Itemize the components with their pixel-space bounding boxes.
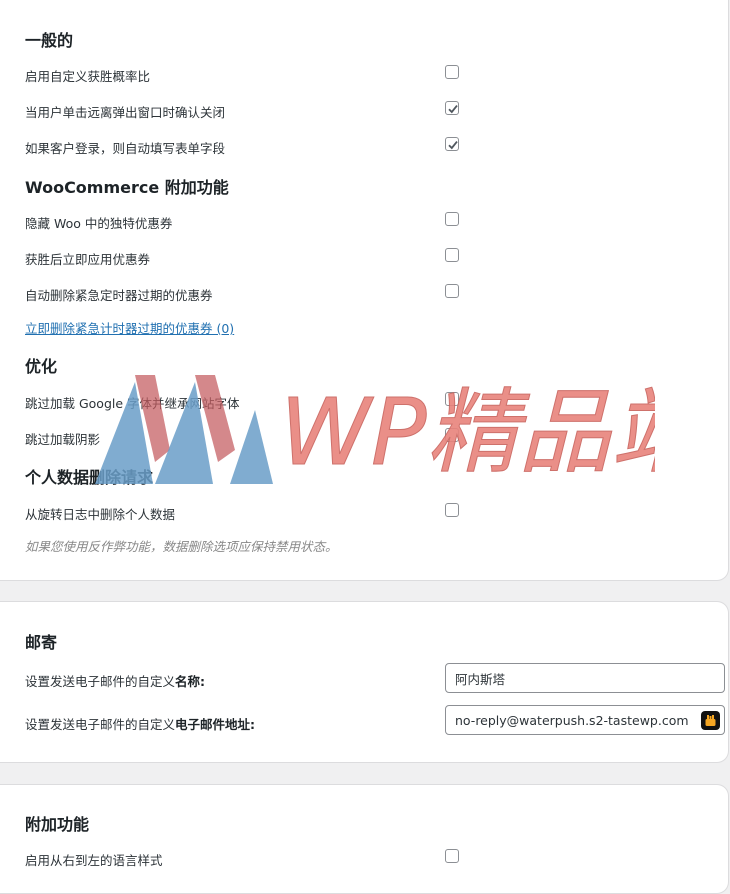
sender-email-label: 设置发送电子邮件的自定义电子邮件地址: [25,714,255,733]
checkmark-icon [448,105,458,114]
setting-label-auto-delete-coupons: 自动删除紧急定时器过期的优惠券 [25,288,213,303]
sender-name-label: 设置发送电子邮件的自定义名称: [25,671,205,690]
sender-email-input[interactable] [445,705,725,735]
checkbox-apply-coupon[interactable] [445,248,459,262]
password-manager-icon[interactable] [701,711,720,730]
checkbox-skip-shadows[interactable] [445,428,459,442]
section-heading-privacy: 个人数据删除请求 [25,468,154,487]
delete-expired-coupons-link[interactable]: 立即删除紧急计时器过期的优惠券 (0) [25,318,234,337]
section-heading-woocommerce: WooCommerce 附加功能 [25,178,229,197]
setting-label-delete-personal-data: 从旋转日志中删除个人数据 [25,507,176,522]
setting-label-hide-coupons: 隐藏 Woo 中的独特优惠券 [25,216,173,231]
privacy-note: 如果您使用反作弊功能，数据删除选项应保持禁用状态。 [25,539,338,554]
setting-label-rtl-styles: 启用从右到左的语言样式 [25,853,163,868]
settings-card-extras [0,784,729,894]
checkbox-skip-google-fonts[interactable] [445,392,459,406]
setting-label-win-ratio: 启用自定义获胜概率比 [25,69,151,84]
setting-label-skip-google-fonts: 跳过加载 Google 字体并继承网站字体 [25,396,240,411]
sender-name-label-prefix: 设置发送电子邮件的自定义 [25,674,176,689]
section-heading-general: 一般的 [25,31,74,50]
sender-name-input[interactable] [445,663,725,693]
setting-label-skip-shadows: 跳过加载阴影 [25,432,101,447]
checkbox-autofill[interactable] [445,137,459,151]
sender-email-label-bold: 电子邮件地址: [175,717,256,732]
checkbox-auto-delete-coupons[interactable] [445,284,459,298]
section-heading-extras: 附加功能 [25,815,90,834]
checkbox-win-ratio[interactable] [445,65,459,79]
sender-email-label-prefix: 设置发送电子邮件的自定义 [25,717,176,732]
checkmark-icon [448,141,458,150]
setting-label-autofill: 如果客户登录，则自动填写表单字段 [25,141,226,156]
section-heading-mail: 邮寄 [25,633,58,652]
checkbox-rtl-styles[interactable] [445,849,459,863]
checkbox-delete-personal-data[interactable] [445,503,459,517]
checkbox-hide-coupons[interactable] [445,212,459,226]
section-heading-optimization: 优化 [25,357,58,376]
checkbox-confirm-close[interactable] [445,101,459,115]
setting-label-apply-coupon: 获胜后立即应用优惠券 [25,252,151,267]
sender-name-label-bold: 名称: [175,674,206,689]
setting-label-confirm-close: 当用户单击远离弹出窗口时确认关闭 [25,105,226,120]
